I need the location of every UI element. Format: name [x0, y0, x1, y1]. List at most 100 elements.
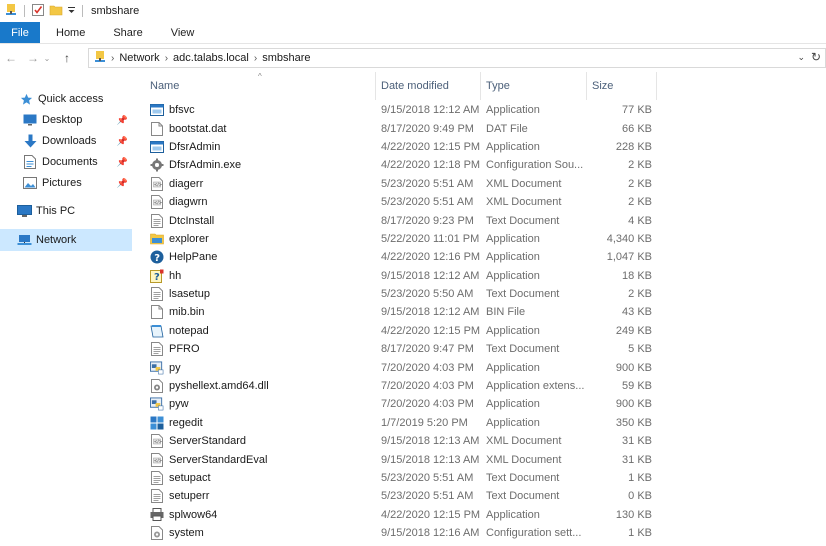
- file-name-cell[interactable]: system: [150, 526, 204, 541]
- file-name-cell[interactable]: lsasetup: [150, 287, 210, 302]
- file-name-cell[interactable]: setuperr: [150, 489, 209, 504]
- file-date-modified: 8/17/2020 9:23 PM: [381, 214, 474, 227]
- pin-icon[interactable]: 📌: [117, 157, 128, 168]
- file-name: DtcInstall: [169, 214, 215, 227]
- column-header-type[interactable]: Type: [481, 72, 587, 100]
- back-arrow-icon[interactable]: ←: [2, 51, 20, 65]
- address-dropdown-chevron-icon[interactable]: ⌄: [797, 52, 805, 63]
- nav-network[interactable]: Network: [0, 229, 132, 251]
- file-row[interactable]: ? HelpPane 4/22/2020 12:16 PM Application 1,…: [134, 248, 826, 266]
- file-name-cell[interactable]: </> diagwrn: [150, 195, 208, 210]
- file-name-cell[interactable]: regedit: [150, 416, 203, 430]
- file-name: HelpPane: [169, 251, 218, 264]
- network-location-icon: [93, 50, 107, 67]
- file-name-cell[interactable]: pyshellext.amd64.dll: [150, 379, 269, 394]
- file-row[interactable]: regedit 1/7/2019 5:20 PM Application 350 KB: [134, 414, 826, 432]
- file-size: 0 KB: [628, 490, 652, 503]
- breadcrumb-chevron-icon[interactable]: ›: [254, 53, 257, 64]
- file-row[interactable]: DfsrAdmin.exe 4/22/2020 12:18 PM Configura…: [134, 156, 826, 174]
- pin-icon[interactable]: 📌: [117, 136, 128, 147]
- file-row[interactable]: pyshellext.amd64.dll 7/20/2020 4:03 PM App…: [134, 377, 826, 395]
- forward-arrow-icon[interactable]: →: [24, 51, 42, 65]
- tab-share[interactable]: Share: [99, 22, 156, 43]
- file-row[interactable]: PFRO 8/17/2020 9:47 PM Text Document 5 KB: [134, 340, 826, 358]
- nav-quick-access[interactable]: Quick access: [0, 88, 132, 110]
- file-row[interactable]: DfsrAdmin 4/22/2020 12:15 PM Application 22…: [134, 138, 826, 156]
- nav-documents[interactable]: Documents 📌: [0, 151, 132, 173]
- file-date-modified: 9/15/2018 12:13 AM: [381, 435, 480, 448]
- file-name-cell[interactable]: bootstat.dat: [150, 121, 227, 136]
- app-window-icon: [150, 140, 164, 154]
- breadcrumb-chevron-icon[interactable]: ›: [111, 53, 114, 64]
- column-header-name[interactable]: Name: [145, 72, 376, 100]
- column-header-date-modified[interactable]: Date modified: [376, 72, 481, 100]
- nav-downloads[interactable]: Downloads 📌: [0, 130, 132, 152]
- file-name-cell[interactable]: </> diagerr: [150, 176, 203, 191]
- file-row[interactable]: </> ServerStandard 9/15/2018 12:13 AM XML D…: [134, 432, 826, 450]
- up-arrow-icon[interactable]: ↑: [58, 51, 76, 65]
- file-name-cell[interactable]: ? HelpPane: [150, 250, 217, 264]
- nav-label: Network: [36, 234, 77, 246]
- nav-pictures[interactable]: Pictures 📌: [0, 172, 132, 194]
- file-row[interactable]: </> ServerStandardEval 9/15/2018 12:13 AM X…: [134, 450, 826, 468]
- file-row[interactable]: pyw 7/20/2020 4:03 PM Application 900 KB: [134, 395, 826, 413]
- customize-toolbar-chevron-icon[interactable]: [67, 4, 76, 19]
- file-name-cell[interactable]: explorer: [150, 232, 209, 246]
- file-name-cell[interactable]: ? hh: [150, 269, 181, 283]
- file-row[interactable]: bootstat.dat 8/17/2020 9:49 PM DAT File 66 …: [134, 119, 826, 137]
- help-icon: ?: [150, 250, 164, 264]
- file-name-cell[interactable]: pyw: [150, 397, 189, 411]
- breadcrumb-share[interactable]: smbshare: [262, 52, 310, 64]
- breadcrumb-network[interactable]: Network: [119, 52, 159, 64]
- file-row[interactable]: setupact 5/23/2020 5:51 AM Text Document 1 …: [134, 469, 826, 487]
- file-name: pyshellext.amd64.dll: [169, 380, 269, 393]
- tab-view[interactable]: View: [157, 22, 209, 43]
- file-date-modified: 9/15/2018 12:12 AM: [381, 269, 480, 282]
- breadcrumb-chevron-icon[interactable]: ›: [165, 53, 168, 64]
- file-name-cell[interactable]: py: [150, 361, 181, 375]
- tab-file[interactable]: File: [0, 22, 40, 43]
- file-name-cell[interactable]: splwow64: [150, 508, 217, 522]
- breadcrumb-host[interactable]: adc.talabs.local: [173, 52, 249, 64]
- file-name: lsasetup: [169, 288, 210, 301]
- file-row[interactable]: splwow64 4/22/2020 12:15 PM Application 130…: [134, 506, 826, 524]
- file-type: BIN File: [486, 306, 526, 319]
- explorer-app-icon[interactable]: [4, 3, 18, 20]
- nav-label: Desktop: [42, 114, 83, 126]
- file-name-cell[interactable]: DtcInstall: [150, 213, 215, 228]
- new-folder-icon[interactable]: [49, 3, 63, 20]
- file-name-cell[interactable]: mib.bin: [150, 305, 204, 320]
- tab-home[interactable]: Home: [40, 22, 99, 43]
- file-row[interactable]: </> diagerr 5/23/2020 5:51 AM XML Document 2…: [134, 175, 826, 193]
- file-row[interactable]: DtcInstall 8/17/2020 9:23 PM Text Document…: [134, 211, 826, 229]
- file-row[interactable]: notepad 4/22/2020 12:15 PM Application 249 …: [134, 322, 826, 340]
- file-name-cell[interactable]: PFRO: [150, 342, 200, 357]
- file-name-cell[interactable]: DfsrAdmin.exe: [150, 158, 241, 172]
- file-name-cell[interactable]: setupact: [150, 471, 211, 485]
- pin-icon[interactable]: 📌: [117, 178, 128, 189]
- file-row[interactable]: </> diagwrn 5/23/2020 5:51 AM XML Document 2…: [134, 193, 826, 211]
- file-name-cell[interactable]: </> ServerStandard: [150, 434, 246, 449]
- refresh-icon[interactable]: ↻: [811, 50, 821, 64]
- nav-this-pc[interactable]: This PC: [0, 200, 132, 222]
- file-row[interactable]: system 9/15/2018 12:16 AM Configuration se…: [134, 524, 826, 542]
- file-name-cell[interactable]: DfsrAdmin: [150, 140, 220, 154]
- file-name: DfsrAdmin.exe: [169, 159, 242, 172]
- file-name-cell[interactable]: notepad: [150, 324, 209, 338]
- pin-icon[interactable]: 📌: [117, 115, 128, 126]
- file-row[interactable]: mib.bin 9/15/2018 12:12 AM BIN File 43 KB: [134, 303, 826, 321]
- file-row[interactable]: ? hh 9/15/2018 12:12 AM Application 18 KB: [134, 267, 826, 285]
- nav-desktop[interactable]: Desktop 📌: [0, 109, 132, 131]
- file-name-cell[interactable]: bfsvc: [150, 103, 195, 117]
- recent-locations-chevron-icon[interactable]: ⌄: [42, 54, 52, 63]
- file-name-cell[interactable]: </> ServerStandardEval: [150, 452, 267, 467]
- properties-icon[interactable]: [31, 3, 45, 20]
- address-bar[interactable]: › Network › adc.talabs.local › smbshare …: [88, 48, 826, 68]
- column-header-size[interactable]: Size: [587, 72, 657, 100]
- file-row[interactable]: py 7/20/2020 4:03 PM Application 900 KB: [134, 358, 826, 376]
- file-row[interactable]: setuperr 5/23/2020 5:51 AM Text Document 0 …: [134, 487, 826, 505]
- network-icon: [16, 233, 32, 247]
- file-row[interactable]: explorer 5/22/2020 11:01 PM Application 4,3…: [134, 230, 826, 248]
- file-row[interactable]: bfsvc 9/15/2018 12:12 AM Application 77 KB: [134, 101, 826, 119]
- file-row[interactable]: lsasetup 5/23/2020 5:50 AM Text Document 2 …: [134, 285, 826, 303]
